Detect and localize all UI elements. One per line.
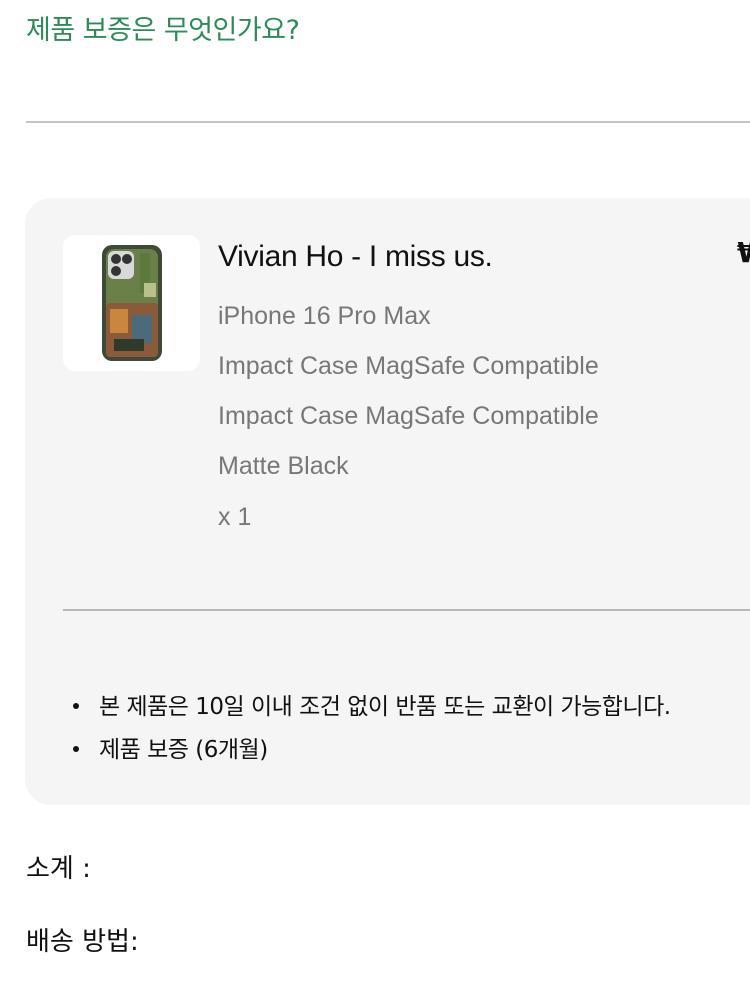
order-detail-page: 제품 보증은 무엇인가요? Vivian Ho - I miss us. ₩ i… [0,0,750,999]
product-name[interactable]: Vivian Ho - I miss us. [218,240,493,274]
case-type: Impact Case MagSafe Compatible [218,352,599,380]
case-type: Impact Case MagSafe Compatible [218,402,599,430]
quantity: x 1 [218,503,252,531]
divider [26,121,750,123]
note-item: 제품 보증 (6개월) [73,730,268,764]
shipping-method-label: 배송 방법: [26,927,139,957]
phone-case-icon [101,245,162,361]
note-item: 본 제품은 10일 이내 조건 없이 반품 또는 교환이 가능합니다. [73,687,671,721]
device-model: iPhone 16 Pro Max [218,302,431,330]
price-currency: ₩ [737,236,750,269]
case-finish: Matte Black [218,452,349,480]
subtotal-label: 소계 : [26,854,91,884]
bullet-icon [73,745,79,752]
bullet-icon [73,702,79,709]
note-text: 제품 보증 (6개월) [99,737,268,763]
order-item-card: Vivian Ho - I miss us. ₩ iPhone 16 Pro M… [25,198,750,805]
product-thumbnail[interactable] [63,235,200,371]
warranty-faq-link[interactable]: 제품 보증은 무엇인가요? [26,8,300,47]
divider [63,609,750,611]
note-text: 본 제품은 10일 이내 조건 없이 반품 또는 교환이 가능합니다. [99,694,671,720]
